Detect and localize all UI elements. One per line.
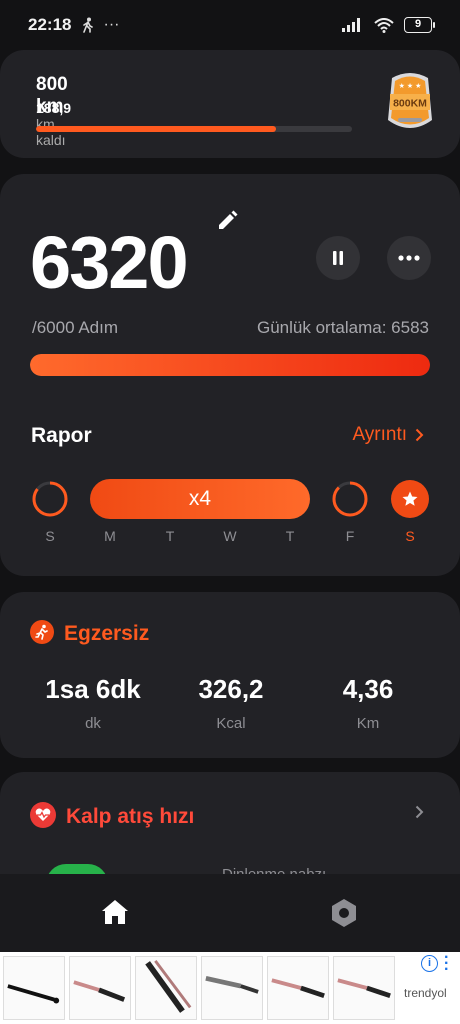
pause-button[interactable] xyxy=(316,236,360,280)
day-label-1: M xyxy=(104,528,116,544)
day-label-5: F xyxy=(345,528,355,544)
exercise-distance: 4,36 Km xyxy=(298,674,438,732)
daily-goal-text: /6000 Adım xyxy=(32,318,119,337)
day-label-6: S xyxy=(405,528,415,544)
step-count: 6320 xyxy=(30,221,189,304)
800km-badge-icon[interactable]: 800KM ★ ★ ★ xyxy=(386,70,434,136)
report-heading: Rapor xyxy=(31,424,92,447)
goal-remaining-value: 188,9 xyxy=(36,100,72,116)
signal-icon xyxy=(342,18,360,32)
exercise-calories: 326,2 Kcal xyxy=(161,674,301,732)
pause-icon xyxy=(333,251,343,265)
svg-text:★ ★ ★: ★ ★ ★ xyxy=(399,82,422,90)
wifi-icon xyxy=(374,17,394,33)
ad-product-6[interactable] xyxy=(333,956,395,1020)
edit-pencil-icon[interactable] xyxy=(216,208,240,232)
today-star-badge[interactable] xyxy=(391,480,429,518)
chevron-right-icon[interactable] xyxy=(415,805,424,819)
status-bar: 22:18 ··· 9 xyxy=(0,0,460,50)
bottom-navigation xyxy=(0,874,460,952)
day-label-4: T xyxy=(285,528,295,544)
steps-progress-bar xyxy=(30,354,430,376)
day-label-3: W xyxy=(223,528,237,544)
ad-more-icon[interactable]: · · · xyxy=(444,950,449,978)
streak-label: x4 xyxy=(188,487,212,510)
goal-progress-bar xyxy=(36,126,352,132)
settings-icon[interactable] xyxy=(330,898,358,928)
streak-bar[interactable]: x4 xyxy=(90,479,310,519)
details-link[interactable]: Ayrıntı xyxy=(352,424,424,446)
ad-product-1[interactable] xyxy=(3,956,65,1020)
battery-icon: 9 xyxy=(404,17,435,33)
day-ring-sunday[interactable] xyxy=(31,480,69,518)
more-dots-icon xyxy=(398,255,420,261)
walking-icon xyxy=(83,17,94,33)
ad-product-5[interactable] xyxy=(267,956,329,1020)
day-label-0: S xyxy=(45,528,55,544)
running-icon xyxy=(30,620,54,644)
more-options-button[interactable] xyxy=(387,236,431,280)
exercise-title: Egzersiz xyxy=(64,622,150,645)
exercise-duration: 1sa 6dk dk xyxy=(23,674,163,732)
heart-rate-title: Kalp atış hızı xyxy=(66,805,195,828)
goal-progress-fill xyxy=(36,126,277,132)
exercise-calories-value: 326,2 xyxy=(198,674,264,704)
day-label-2: T xyxy=(165,528,175,544)
exercise-duration-unit: dk xyxy=(85,715,101,732)
exercise-distance-value: 4,36 xyxy=(342,674,394,704)
steps-progress-fill xyxy=(30,354,430,376)
chevron-right-icon xyxy=(415,428,424,442)
status-time: 22:18 xyxy=(28,15,72,34)
goal-remaining: 188,9 km kaldı xyxy=(36,100,71,148)
more-notifications-icon: ··· xyxy=(103,16,120,33)
badge-text: 800KM xyxy=(393,98,427,110)
exercise-calories-unit: Kcal xyxy=(216,715,246,732)
heart-rate-icon xyxy=(30,802,56,828)
exercise-distance-unit: Km xyxy=(356,715,380,732)
home-icon[interactable] xyxy=(100,898,130,926)
ad-product-4[interactable] xyxy=(201,956,263,1020)
daily-average-text: Günlük ortalama: 6583 xyxy=(257,318,429,337)
day-ring-friday[interactable] xyxy=(331,480,369,518)
ad-info-icon[interactable]: i xyxy=(421,955,438,972)
ad-product-3[interactable] xyxy=(135,956,197,1020)
ad-brand-logo: trendyol xyxy=(404,986,447,1000)
ad-product-2[interactable] xyxy=(69,956,131,1020)
star-icon xyxy=(402,491,418,506)
goal-remaining-label: km kaldı xyxy=(36,116,66,148)
details-label: Ayrıntı xyxy=(352,424,407,445)
exercise-duration-value: 1sa 6dk xyxy=(45,674,141,704)
